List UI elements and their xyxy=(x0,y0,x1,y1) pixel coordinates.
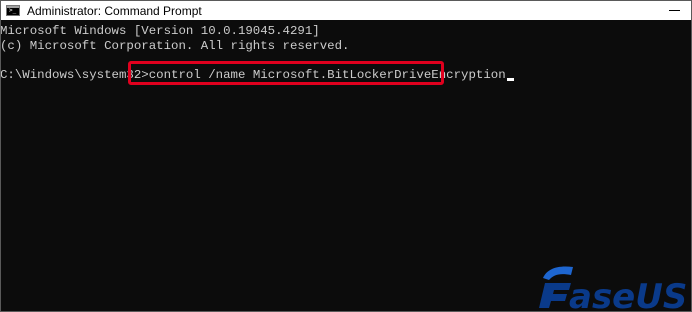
easeus-logo: aseUS xyxy=(539,266,687,311)
cmd-icon-glyph: >_ xyxy=(9,7,17,14)
command-line[interactable]: C:\Windows\system32>control /name Micros… xyxy=(0,67,514,83)
easeus-logo-e xyxy=(539,283,571,308)
title-bar[interactable]: >_ Administrator: Command Prompt xyxy=(1,1,691,20)
cmd-icon: >_ xyxy=(6,5,20,16)
command-text: control /name Microsoft.BitLockerDriveEn… xyxy=(148,68,506,82)
window-title: Administrator: Command Prompt xyxy=(27,3,202,18)
version-line: Microsoft Windows [Version 10.0.19045.42… xyxy=(0,24,320,38)
command-prompt-window: >_ Administrator: Command Prompt Microso… xyxy=(0,0,692,312)
minimize-icon[interactable] xyxy=(668,5,681,15)
copyright-line: (c) Microsoft Corporation. All rights re… xyxy=(0,39,350,53)
text-cursor xyxy=(506,78,514,81)
prompt-path: C:\Windows\system32> xyxy=(0,68,149,82)
easeus-logo-text: aseUS xyxy=(569,277,687,311)
